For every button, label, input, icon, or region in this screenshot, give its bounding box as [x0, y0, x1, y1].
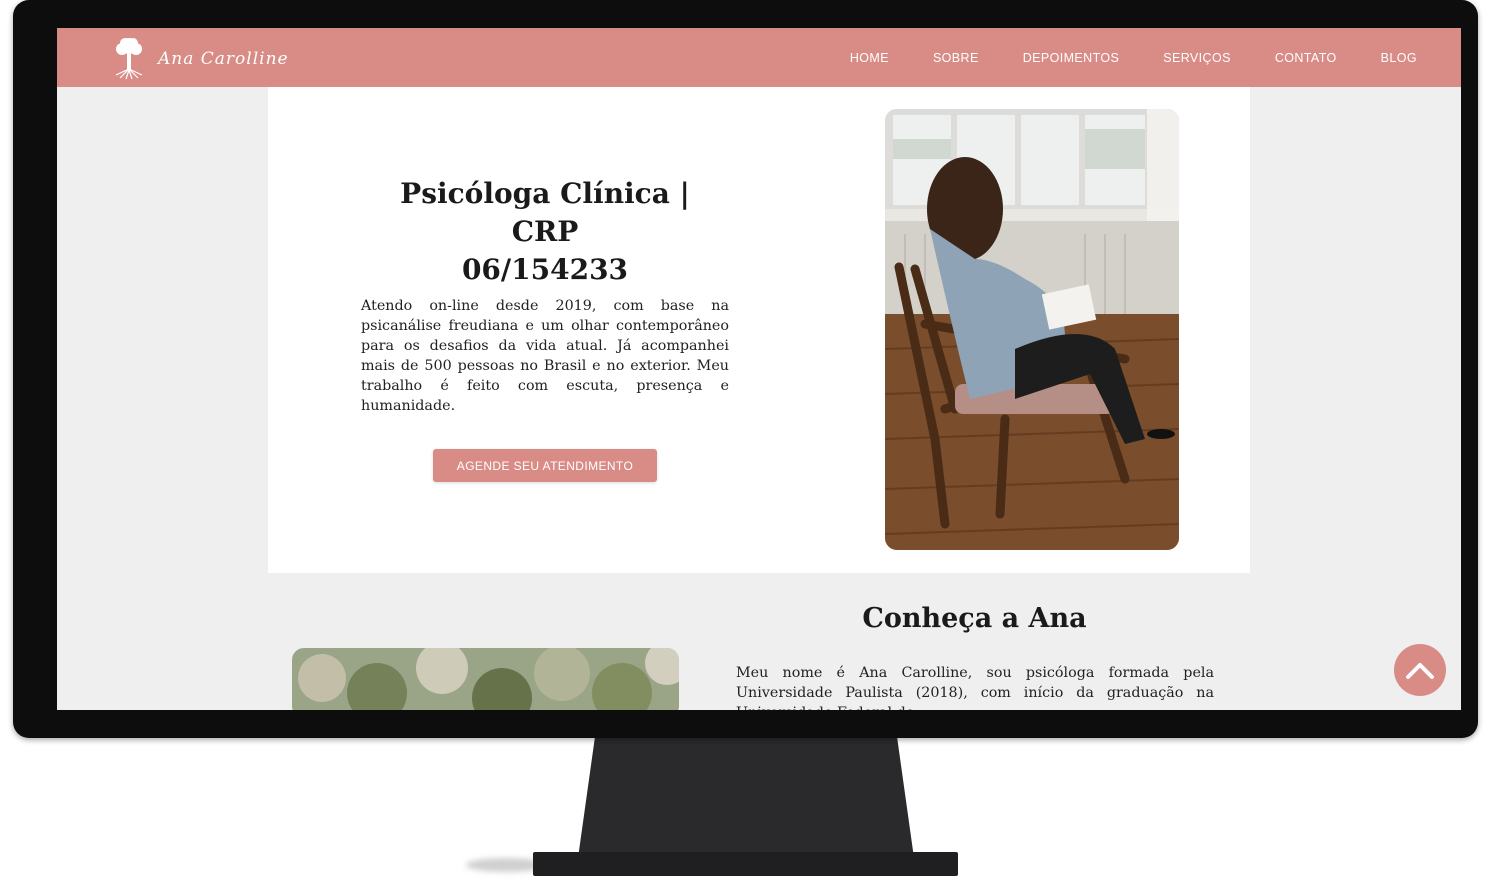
nav-sobre[interactable]: SOBRE: [933, 51, 979, 65]
hero-title-line2: 06/154233: [461, 253, 629, 286]
nav-depoimentos[interactable]: DEPOIMENTOS: [1023, 51, 1120, 65]
logo[interactable]: Ana Carolline: [112, 36, 289, 80]
website-screen: Ana Carolline HOME SOBRE DEPOIMENTOS SER…: [57, 28, 1461, 710]
schedule-appointment-button[interactable]: AGENDE SEU ATENDIMENTO: [433, 449, 657, 482]
logo-text: Ana Carolline: [158, 49, 289, 69]
nav-contato[interactable]: CONTATO: [1275, 51, 1337, 65]
nav-home[interactable]: HOME: [850, 51, 889, 65]
scroll-to-top-button[interactable]: [1394, 644, 1446, 696]
hero-description: Atendo on-line desde 2019, com base na p…: [361, 298, 729, 414]
chevron-up-icon: [1406, 663, 1434, 679]
main-nav: HOME SOBRE DEPOIMENTOS SERVIÇOS CONTATO …: [806, 28, 1417, 87]
hero-title-line1: Psicóloga Clínica | CRP: [400, 177, 690, 248]
woman-in-armchair-photo: [885, 109, 1179, 550]
hero-section: Psicóloga Clínica | CRP 06/154233 Atendo…: [268, 87, 1250, 573]
nav-servicos[interactable]: SERVIÇOS: [1163, 51, 1231, 65]
tree-icon: [115, 38, 143, 80]
monitor-stand: [578, 738, 914, 858]
about-title: Conheça a Ana: [862, 603, 1087, 634]
nav-blog[interactable]: BLOG: [1381, 51, 1417, 65]
about-photo: [292, 648, 679, 710]
outdoor-foliage-photo: [292, 648, 679, 710]
navbar: Ana Carolline HOME SOBRE DEPOIMENTOS SER…: [57, 28, 1461, 87]
hero-photo: [885, 109, 1179, 550]
monitor-frame: Ana Carolline HOME SOBRE DEPOIMENTOS SER…: [13, 0, 1478, 738]
hero-title: Psicóloga Clínica | CRP 06/154233: [368, 175, 722, 289]
monitor-base: [533, 852, 958, 876]
about-description: Meu nome é Ana Carolline, sou psicóloga …: [736, 665, 1214, 710]
